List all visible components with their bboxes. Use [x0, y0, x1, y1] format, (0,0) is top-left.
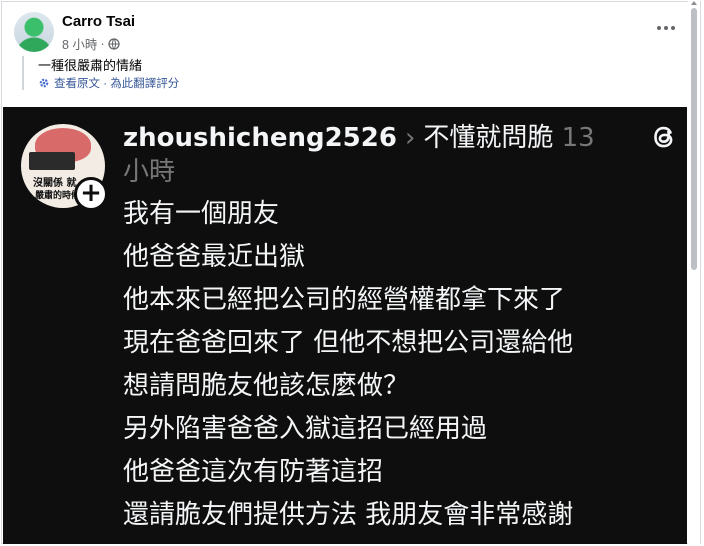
- post-header: Carro Tsai 8 小時 ·: [14, 12, 684, 56]
- scroll-up-arrow[interactable]: [691, 1, 697, 5]
- chevron-right-icon: ›: [404, 123, 416, 153]
- add-icon: +: [80, 178, 102, 208]
- shared-threads-screenshot[interactable]: 沒關係 就 嚴肅的時候 + zhoushicheng2526 › 不懂就問脆 13 …: [3, 107, 687, 544]
- more-options-button[interactable]: [652, 16, 680, 40]
- post-meta: 8 小時 ·: [62, 34, 120, 53]
- avatar-badge: [29, 152, 75, 170]
- body-line: 他本來已經把公司的經營權都拿下來了: [123, 285, 566, 315]
- caption-block: 一種很嚴肅的情緒 查看原文 · 為此翻譯評分: [22, 56, 662, 90]
- see-original-link[interactable]: 查看原文 · 為此翻譯評分: [54, 75, 179, 91]
- more-icon: [657, 26, 675, 30]
- gear-icon: [39, 78, 49, 88]
- threads-header: zhoushicheng2526 › 不懂就問脆 13 小時: [123, 121, 603, 189]
- post-time[interactable]: 8 小時: [62, 34, 97, 53]
- translation-row: 查看原文 · 為此翻譯評分: [38, 75, 662, 91]
- body-line: 另外陷害爸爸入獄這招已經用過: [123, 414, 488, 444]
- scrollbar-thumb[interactable]: [691, 8, 697, 270]
- avatar-text-1: 沒關係 就: [33, 178, 77, 189]
- threads-username: zhoushicheng2526: [123, 123, 397, 153]
- body-line: 想請問脆友他該怎麼做？: [123, 371, 410, 401]
- author-avatar[interactable]: [14, 12, 54, 52]
- body-line: 我有一個朋友: [123, 199, 280, 229]
- author-name[interactable]: Carro Tsai: [62, 13, 135, 30]
- post-caption: 一種很嚴肅的情緒: [38, 58, 143, 73]
- threads-community: 不懂就問脆: [423, 123, 554, 153]
- body-line: 還請脆友們提供方法 我朋友會非常感謝: [123, 500, 574, 530]
- meta-separator: ·: [100, 36, 105, 51]
- body-line: 現在爸爸回來了 但他不想把公司還給他: [123, 328, 574, 358]
- body-line: 他爸爸這次有防著這招: [123, 457, 384, 487]
- body-line: 他爸爸最近出獄: [123, 242, 306, 272]
- follow-add-button: +: [74, 177, 108, 211]
- globe-icon: [107, 37, 120, 50]
- threads-logo-icon: [654, 126, 673, 148]
- threads-post-body: 我有一個朋友 他爸爸最近出獄 他本來已經把公司的經營權都拿下來了 現在爸爸回來了…: [123, 193, 683, 537]
